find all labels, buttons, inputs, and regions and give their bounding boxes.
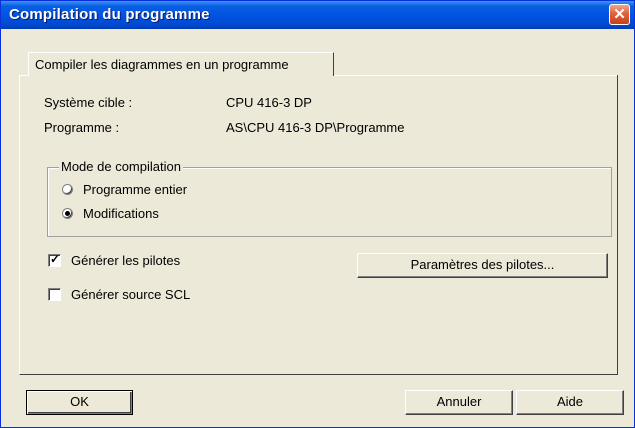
ok-button[interactable]: OK [26,390,133,415]
compile-dialog: Compilation du programme ✕ Compiler les … [0,0,635,428]
radio-modifications[interactable] [62,208,73,219]
radio-full-program[interactable] [62,184,73,195]
checkmark-icon: ✓ [50,252,61,266]
window-title: Compilation du programme [9,6,210,23]
generate-drivers-label[interactable]: Générer les pilotes [71,253,180,268]
generate-drivers-checkbox[interactable]: ✓ [48,252,61,267]
target-system-value: CPU 416-3 DP [226,95,312,110]
close-button[interactable]: ✕ [609,4,630,25]
generate-scl-label[interactable]: Générer source SCL [71,287,190,302]
driver-parameters-button[interactable]: Paramètres des pilotes... [357,253,608,278]
program-label: Programme : [44,120,120,135]
radio-full-program-label[interactable]: Programme entier [83,182,187,197]
close-icon: ✕ [613,6,626,23]
compile-mode-title: Mode de compilation [59,159,183,174]
program-value: AS\CPU 416-3 DP\Programme [226,120,405,135]
compile-mode-group [47,167,612,237]
help-button[interactable]: Aide [516,390,624,415]
target-system-label: Système cible : [44,95,133,110]
generate-scl-checkbox[interactable] [48,288,61,301]
cancel-button[interactable]: Annuler [405,390,513,415]
tab-label: Compiler les diagrammes en un programme [35,57,289,72]
title-bar[interactable]: Compilation du programme ✕ [1,1,634,29]
tab-compile-diagrams[interactable]: Compiler les diagrammes en un programme [28,52,334,76]
radio-modifications-label[interactable]: Modifications [83,206,159,221]
